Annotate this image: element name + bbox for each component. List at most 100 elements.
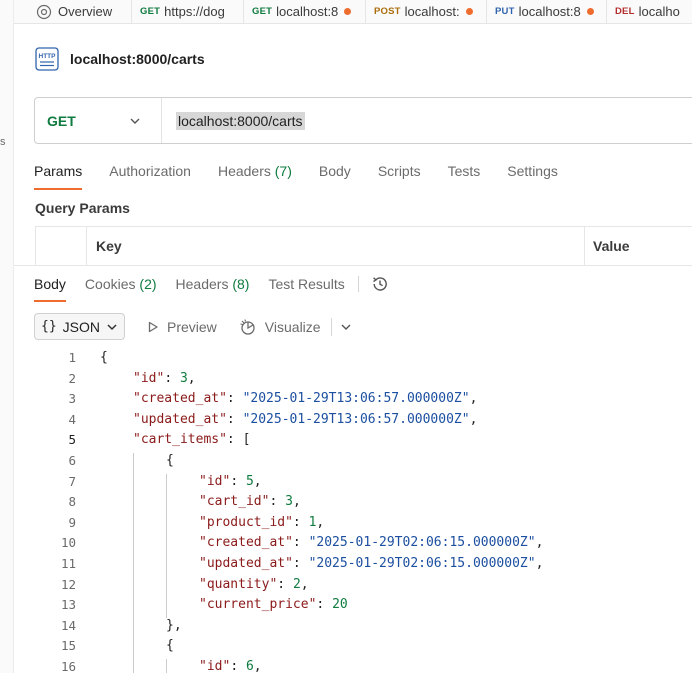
json-punctuation: : — [292, 555, 309, 571]
code-line: 2 "id": 3, — [34, 369, 692, 390]
line-number: 14 — [60, 617, 76, 633]
tab-body[interactable]: Body — [319, 160, 351, 190]
code-line: 1{ — [34, 348, 692, 369]
line-number: 15 — [60, 638, 76, 654]
response-toolbar: {} JSON Preview Visualize — [34, 313, 352, 340]
tab-headers[interactable]: Headers (7) — [218, 160, 292, 190]
indent-guide — [166, 473, 167, 618]
method-badge: GET — [252, 6, 273, 17]
json-punctuation: : — [277, 576, 293, 592]
code-text: { — [166, 636, 174, 657]
json-punctuation: , — [535, 555, 544, 571]
json-punctuation: }, — [166, 617, 182, 633]
json-number: 2 — [292, 576, 301, 592]
json-number: 5 — [245, 473, 254, 489]
json-punctuation: : — [292, 514, 309, 530]
json-punctuation: , — [300, 576, 309, 592]
json-key: "cart_items" — [133, 432, 227, 448]
response-body-code[interactable]: 1{2 "id": 3, 3 "created_at": "2025-01-29T13… — [34, 348, 692, 673]
tab-strip: Overview GET https://dog GET localhost:8… — [14, 0, 692, 24]
tab-request-4[interactable]: PUT localhost:8 — [487, 0, 607, 23]
code-text: { — [166, 451, 174, 472]
tab-request-1[interactable]: GET https://dog — [132, 0, 244, 23]
tab-label: Test Results — [268, 276, 345, 292]
method-dropdown[interactable]: GET — [35, 98, 162, 143]
code-text: "created_at": "2025-01-29T02:06:15.00000… — [199, 533, 543, 554]
visualize-button[interactable]: Visualize — [239, 318, 321, 336]
tab-label: Scripts — [377, 163, 421, 179]
query-params-title: Query Params — [35, 200, 130, 216]
history-icon[interactable] — [371, 275, 389, 293]
tab-label: Body — [318, 163, 351, 179]
json-punctuation: { — [100, 350, 108, 365]
tab-overview[interactable]: Overview — [14, 0, 132, 23]
tab-request-5[interactable]: DEL localho — [607, 0, 688, 23]
svg-text:HTTP: HTTP — [39, 53, 57, 60]
tab-label: Authorization — [109, 163, 191, 179]
checkbox-column — [36, 227, 87, 265]
tab-cookies[interactable]: Cookies (2) — [85, 274, 157, 302]
json-punctuation: : — [226, 411, 243, 427]
json-punctuation: : — [230, 473, 246, 489]
preview-button[interactable]: Preview — [147, 319, 217, 335]
tab-tests[interactable]: Tests — [448, 160, 481, 190]
code-line: 5 "cart_items": [ — [34, 430, 692, 451]
format-dropdown[interactable]: {} JSON — [34, 313, 125, 340]
json-punctuation: : — [316, 597, 333, 613]
indent-guide — [166, 659, 167, 673]
json-key: "updated_at" — [133, 411, 227, 427]
tab-label: Overview — [58, 4, 113, 19]
visualize-icon — [240, 318, 255, 335]
method-badge: GET — [140, 6, 161, 17]
overview-icon — [36, 4, 52, 19]
query-params-table: Key Value — [35, 226, 692, 265]
line-number: 7 — [68, 473, 76, 489]
tab-settings[interactable]: Settings — [507, 160, 558, 190]
tab-request-2[interactable]: GET localhost:8 — [244, 0, 366, 23]
json-punctuation: { — [166, 638, 174, 654]
code-text: { — [100, 348, 108, 369]
preview-label: Preview — [167, 318, 217, 335]
method-value: GET — [47, 112, 76, 129]
tab-authorization[interactable]: Authorization — [109, 160, 191, 190]
braces-icon: {} — [41, 319, 57, 334]
tab-label: localho — [638, 4, 680, 19]
tab-params[interactable]: Params — [34, 160, 83, 190]
format-value: JSON — [62, 318, 100, 335]
code-line: 3 "created_at": "2025-01-29T13:06:57.0000… — [34, 389, 692, 410]
json-key: "product_id" — [199, 514, 293, 530]
line-number: 2 — [68, 370, 76, 386]
play-icon — [148, 321, 158, 332]
code-text: "cart_items": [ — [133, 430, 250, 451]
line-number: 9 — [68, 514, 76, 530]
request-name[interactable]: localhost:8000/carts — [70, 51, 205, 67]
unsaved-dot — [465, 8, 473, 15]
tab-response-headers[interactable]: Headers (8) — [176, 274, 250, 302]
chevron-down-icon — [130, 118, 140, 124]
code-text: }, — [166, 616, 182, 637]
tab-label: Headers — [217, 163, 271, 179]
json-string: "2025-01-29T13:06:57.000000Z" — [242, 411, 470, 427]
request-header: HTTP localhost:8000/carts — [34, 46, 205, 72]
url-bar: GET localhost:8000/carts — [34, 97, 692, 144]
code-text: "cart_id": 3, — [199, 492, 301, 513]
tab-count: (7) — [274, 163, 292, 179]
url-input[interactable]: localhost:8000/carts — [176, 111, 305, 130]
json-key: "id" — [199, 658, 231, 673]
sidebar-fragment: s — [0, 136, 6, 148]
json-key: "created_at" — [199, 535, 293, 551]
tab-label: Settings — [507, 163, 558, 179]
tab-label: Body — [34, 276, 66, 292]
method-badge: DEL — [615, 6, 635, 17]
chevron-down-icon[interactable] — [340, 321, 352, 333]
pane-divider[interactable] — [14, 265, 692, 266]
json-string: "2025-01-29T02:06:15.000000Z" — [308, 535, 536, 551]
json-string: "2025-01-29T02:06:15.000000Z" — [308, 555, 536, 571]
code-text: "id": 3, — [133, 369, 196, 390]
tab-request-3[interactable]: POST localhost: — [366, 0, 487, 23]
tab-label: https://dog — [164, 4, 225, 19]
tab-test-results[interactable]: Test Results — [268, 274, 344, 302]
tab-response-body[interactable]: Body — [34, 274, 66, 302]
json-number: 3 — [179, 370, 188, 386]
tab-scripts[interactable]: Scripts — [378, 160, 421, 190]
